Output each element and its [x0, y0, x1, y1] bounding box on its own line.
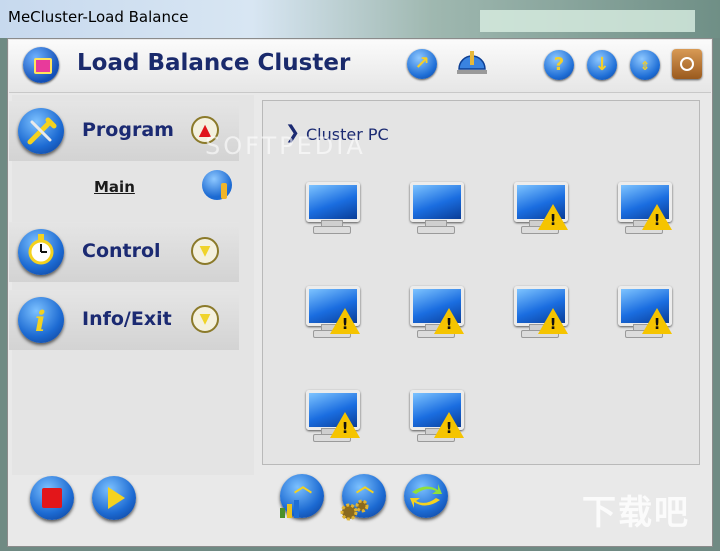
power-button[interactable]: [672, 49, 702, 79]
corner-watermark: 下载吧: [582, 493, 690, 533]
network-icon: [457, 51, 487, 74]
app-logo-icon: [23, 47, 59, 83]
gears-icon: [340, 499, 369, 521]
chevron-up-icon: ︿: [294, 476, 312, 497]
nav-label-control: Control: [82, 240, 161, 262]
title-bar-decoration: [480, 10, 695, 32]
softpedia-watermark: SOFTPEDIA: [205, 132, 366, 160]
arrow-down-icon: ↓: [594, 54, 610, 75]
cluster-pc[interactable]: [406, 180, 464, 238]
nav-section-info-exit[interactable]: i Info/Exit ▼: [9, 290, 239, 350]
cluster-pc[interactable]: [302, 180, 360, 238]
monitor-base: [417, 226, 455, 234]
bar-chart-icon: [280, 500, 299, 518]
question-icon: ?: [553, 54, 565, 75]
window-title-bar[interactable]: MeCluster-Load Balance: [0, 0, 720, 38]
exclamation-icon: !: [653, 315, 661, 333]
exclamation-icon: !: [549, 211, 557, 229]
exclamation-icon: !: [341, 419, 349, 437]
cluster-pc-warning[interactable]: !: [406, 388, 464, 446]
exclamation-icon: !: [653, 211, 661, 229]
monitor-icon: [410, 182, 464, 222]
cluster-pc-warning[interactable]: !: [614, 180, 672, 238]
upload-stats-button[interactable]: ︿: [280, 474, 324, 518]
cluster-pc-warning[interactable]: !: [510, 284, 568, 342]
play-button[interactable]: [92, 476, 136, 520]
cluster-pc-warning[interactable]: !: [510, 180, 568, 238]
scroll-button[interactable]: ⇕: [630, 50, 660, 80]
exclamation-icon: !: [445, 315, 453, 333]
window-title: MeCluster-Load Balance: [8, 8, 189, 26]
cluster-pc-warning[interactable]: !: [302, 284, 360, 342]
refresh-button[interactable]: [404, 474, 448, 518]
refresh-arrows-icon: [410, 484, 442, 508]
expand-arrow-icon[interactable]: ▼: [191, 237, 219, 265]
info-globe-icon[interactable]: [202, 170, 232, 200]
tools-icon: [18, 108, 64, 154]
nav-section-control[interactable]: Control ▼: [9, 222, 239, 282]
chevron-up-icon: ︿: [356, 476, 374, 497]
up-down-arrows-icon: ⇕: [639, 59, 651, 73]
network-button[interactable]: [455, 49, 487, 79]
exclamation-icon: !: [341, 315, 349, 333]
cluster-pc-warning[interactable]: !: [406, 284, 464, 342]
info-icon: i: [18, 297, 64, 343]
exclamation-icon: !: [445, 419, 453, 437]
stopwatch-icon: [18, 229, 64, 275]
help-button[interactable]: ?: [544, 50, 574, 80]
cluster-pc-warning[interactable]: !: [614, 284, 672, 342]
svg-text:i: i: [35, 305, 46, 338]
app-title: Load Balance Cluster: [77, 50, 351, 76]
stop-button[interactable]: [30, 476, 74, 520]
monitor-base: [313, 226, 351, 234]
exclamation-icon: !: [549, 315, 557, 333]
nav-label-info-exit: Info/Exit: [82, 308, 172, 330]
monitor-icon: [306, 182, 360, 222]
expand-arrow-icon[interactable]: ▼: [191, 305, 219, 333]
nav-item-main[interactable]: Main: [94, 178, 135, 196]
disconnect-button[interactable]: ↗: [407, 49, 437, 79]
disconnect-icon: ↗: [414, 53, 430, 74]
nav-label-program: Program: [82, 119, 174, 141]
app-header: Load Balance Cluster ↗ ? ↓ ⇕: [9, 40, 711, 93]
cluster-pc-warning[interactable]: !: [302, 388, 360, 446]
upload-settings-button[interactable]: ︿: [340, 474, 386, 521]
download-button[interactable]: ↓: [587, 50, 617, 80]
